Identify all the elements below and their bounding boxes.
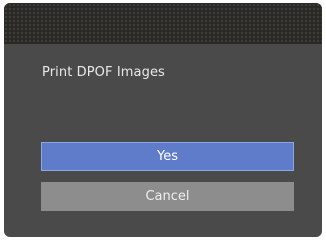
camera-screen: Print DPOF Images Yes Cancel [4, 3, 322, 237]
top-bar [4, 3, 322, 44]
cancel-button[interactable]: Cancel [41, 182, 294, 211]
dialog-title: Print DPOF Images [42, 65, 165, 80]
yes-button[interactable]: Yes [41, 142, 294, 171]
